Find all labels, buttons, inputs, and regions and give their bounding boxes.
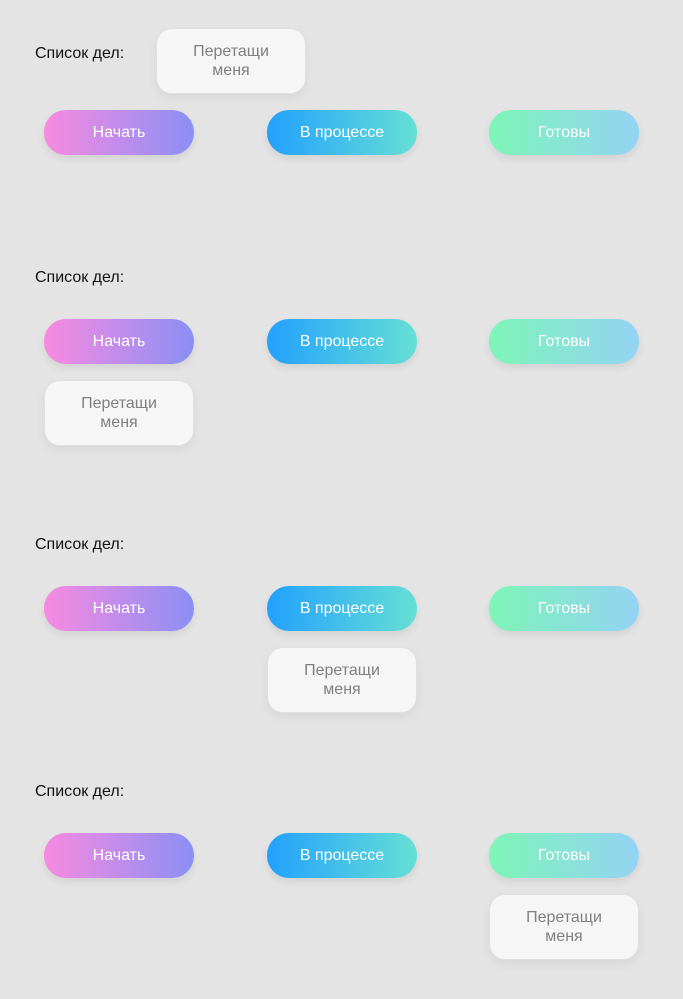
column-start-button[interactable]: Начать xyxy=(44,110,194,155)
column-in-progress-button[interactable]: В процессе xyxy=(267,319,417,364)
column-done-button[interactable]: Готовы xyxy=(489,586,639,631)
column-start-button[interactable]: Начать xyxy=(44,833,194,878)
draggable-card[interactable]: Перетащи меня xyxy=(156,28,306,94)
draggable-card[interactable]: Перетащи меня xyxy=(267,647,417,713)
card-text-line-1: Перетащи xyxy=(304,662,380,679)
draggable-card[interactable]: Перетащи меня xyxy=(44,380,194,446)
column-start-button[interactable]: Начать xyxy=(44,586,194,631)
todo-list-label: Список дел: xyxy=(35,536,125,553)
column-in-progress-button[interactable]: В процессе xyxy=(267,110,417,155)
column-done-button[interactable]: Готовы xyxy=(489,833,639,878)
card-text-line-2: меня xyxy=(545,928,583,945)
column-done-button[interactable]: Готовы xyxy=(489,110,639,155)
card-text-line-2: меня xyxy=(212,62,250,79)
todo-list-label: Список дел: xyxy=(35,783,125,800)
card-text-line-1: Перетащи xyxy=(193,43,269,60)
column-in-progress-button[interactable]: В процессе xyxy=(267,586,417,631)
card-text-line-1: Перетащи xyxy=(81,395,157,412)
draggable-card[interactable]: Перетащи меня xyxy=(489,894,639,960)
card-text-line-2: меня xyxy=(323,681,361,698)
todo-list-label: Список дел: xyxy=(35,269,125,286)
column-start-button[interactable]: Начать xyxy=(44,319,194,364)
todo-list-label: Список дел: xyxy=(35,45,125,62)
card-text-line-1: Перетащи xyxy=(526,909,602,926)
column-in-progress-button[interactable]: В процессе xyxy=(267,833,417,878)
card-text-line-2: меня xyxy=(100,414,138,431)
column-done-button[interactable]: Готовы xyxy=(489,319,639,364)
